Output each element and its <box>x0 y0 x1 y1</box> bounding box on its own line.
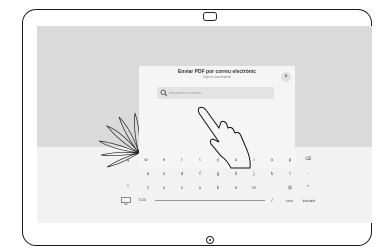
key-g[interactable]: g <box>213 171 223 176</box>
key-enter[interactable]: Introduir <box>299 199 319 203</box>
key-h[interactable]: h <box>231 171 241 176</box>
keyboard-icon[interactable] <box>121 197 131 205</box>
space-bar[interactable] <box>155 200 265 201</box>
key-k[interactable]: k <box>267 171 277 176</box>
key-u[interactable]: u <box>231 157 241 162</box>
key-t[interactable]: t <box>195 157 205 162</box>
key-j[interactable]: j <box>249 171 259 176</box>
backspace-icon[interactable]: ⌫ <box>303 156 313 162</box>
key-m[interactable]: m <box>249 185 259 190</box>
key-b[interactable]: b <box>213 185 223 190</box>
key-v[interactable]: v <box>195 185 205 190</box>
email-input-placeholder: Introduïu el correu <box>169 90 202 95</box>
key-a[interactable]: a <box>143 171 153 176</box>
dialog-subtitle: Adjunt documents <box>202 75 232 79</box>
key-dash[interactable]: - <box>303 171 313 176</box>
shift-left-icon[interactable]: ^ <box>123 184 133 189</box>
close-button[interactable]: × <box>281 72 291 82</box>
email-input[interactable]: Introduïu el correu <box>157 87 274 99</box>
key-q[interactable]: q <box>123 157 133 162</box>
close-icon: × <box>284 74 288 80</box>
on-screen-keyboard: q w e r t y u i o p ⌫ a s d f g h j k l … <box>115 147 315 223</box>
key-l[interactable]: l <box>285 171 295 176</box>
key-f[interactable]: f <box>195 171 205 176</box>
key-e[interactable]: e <box>159 157 169 162</box>
key-d[interactable]: d <box>177 171 187 176</box>
key-c[interactable]: c <box>177 185 187 190</box>
key-dotcom[interactable]: .com <box>282 199 296 203</box>
key-x[interactable]: x <box>159 185 169 190</box>
key-o[interactable]: o <box>267 157 277 162</box>
key-w[interactable]: w <box>141 157 151 162</box>
key-at[interactable]: @ <box>285 185 295 190</box>
home-button[interactable] <box>206 236 214 244</box>
key-period[interactable]: . <box>267 185 277 190</box>
key-r[interactable]: r <box>177 157 187 162</box>
search-icon <box>160 89 168 97</box>
key-numbers[interactable]: 7120 <box>137 198 147 202</box>
key-z[interactable]: z <box>143 185 153 190</box>
camera-icon <box>203 12 217 21</box>
key-p[interactable]: p <box>285 157 295 162</box>
key-n[interactable]: n <box>231 185 241 190</box>
shift-right-icon[interactable]: ^ <box>303 184 313 189</box>
key-slash[interactable]: / <box>267 198 277 203</box>
key-i[interactable]: i <box>249 157 259 162</box>
touch-screen: Enviar PDF por correu electrònic Adjunt … <box>37 26 372 223</box>
key-s[interactable]: s <box>159 171 169 176</box>
key-y[interactable]: y <box>213 157 223 162</box>
